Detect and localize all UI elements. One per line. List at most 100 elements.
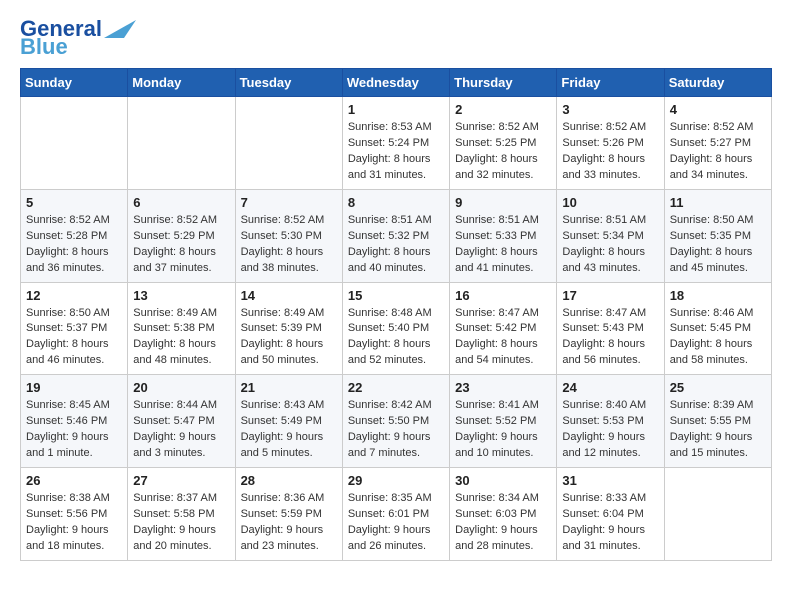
day-cell: 25 Sunrise: 8:39 AMSunset: 5:55 PMDayligh… (664, 375, 771, 468)
day-cell: 3Sunrise: 8:52 AMSunset: 5:26 PMDaylight… (557, 97, 664, 190)
day-number: 30 (455, 473, 551, 488)
week-row-4: 19 Sunrise: 8:45 AMSunset: 5:46 PMDayligh… (21, 375, 772, 468)
day-info: Sunrise: 8:46 AMSunset: 5:45 PMDaylight:… (670, 306, 766, 370)
day-number: 22 (348, 380, 444, 395)
day-cell: 26Sunrise: 8:38 AMSunset: 5:56 PMDayligh… (21, 468, 128, 561)
weekday-header-row: SundayMondayTuesdayWednesdayThursdayFrid… (21, 69, 772, 97)
day-info: Sunrise: 8:35 AMSunset: 6:01 PMDaylight:… (348, 491, 444, 555)
day-number: 1 (348, 102, 444, 117)
day-cell: 29Sunrise: 8:35 AMSunset: 6:01 PMDayligh… (342, 468, 449, 561)
day-cell: 24 Sunrise: 8:40 AMSunset: 5:53 PMDayligh… (557, 375, 664, 468)
day-info: Sunrise: 8:52 AMSunset: 5:27 PMDaylight:… (670, 120, 766, 184)
day-number: 24 (562, 380, 658, 395)
day-info: Sunrise: 8:45 AMSunset: 5:46 PMDaylight:… (26, 398, 122, 462)
day-cell: 22 Sunrise: 8:42 AMSunset: 5:50 PMDayligh… (342, 375, 449, 468)
calendar-table: SundayMondayTuesdayWednesdayThursdayFrid… (20, 68, 772, 561)
day-cell: 17Sunrise: 8:47 AMSunset: 5:43 PMDayligh… (557, 282, 664, 375)
week-row-3: 12 Sunrise: 8:50 AMSunset: 5:37 PMDayligh… (21, 282, 772, 375)
day-cell: 16 Sunrise: 8:47 AMSunset: 5:42 PMDayligh… (450, 282, 557, 375)
day-cell: 9Sunrise: 8:51 AMSunset: 5:33 PMDaylight… (450, 189, 557, 282)
weekday-label-tuesday: Tuesday (235, 69, 342, 97)
day-number: 6 (133, 195, 229, 210)
day-info: Sunrise: 8:37 AMSunset: 5:58 PMDaylight:… (133, 491, 229, 555)
day-number: 23 (455, 380, 551, 395)
day-info: Sunrise: 8:41 AMSunset: 5:52 PMDaylight:… (455, 398, 551, 462)
day-cell: 7 Sunrise: 8:52 AMSunset: 5:30 PMDaylight… (235, 189, 342, 282)
weekday-label-wednesday: Wednesday (342, 69, 449, 97)
day-info: Sunrise: 8:39 AMSunset: 5:55 PMDaylight:… (670, 398, 766, 462)
day-cell: 10Sunrise: 8:51 AMSunset: 5:34 PMDayligh… (557, 189, 664, 282)
day-cell: 5 Sunrise: 8:52 AMSunset: 5:28 PMDaylight… (21, 189, 128, 282)
day-cell: 19 Sunrise: 8:45 AMSunset: 5:46 PMDayligh… (21, 375, 128, 468)
day-info: Sunrise: 8:50 AMSunset: 5:35 PMDaylight:… (670, 213, 766, 277)
week-row-2: 5 Sunrise: 8:52 AMSunset: 5:28 PMDaylight… (21, 189, 772, 282)
day-cell: 1Sunrise: 8:53 AMSunset: 5:24 PMDaylight… (342, 97, 449, 190)
day-info: Sunrise: 8:52 AMSunset: 5:26 PMDaylight:… (562, 120, 658, 184)
day-number: 13 (133, 288, 229, 303)
day-cell: 21 Sunrise: 8:43 AMSunset: 5:49 PMDayligh… (235, 375, 342, 468)
day-info: Sunrise: 8:36 AMSunset: 5:59 PMDaylight:… (241, 491, 337, 555)
day-info: Sunrise: 8:49 AMSunset: 5:39 PMDaylight:… (241, 306, 337, 370)
day-info: Sunrise: 8:40 AMSunset: 5:53 PMDaylight:… (562, 398, 658, 462)
day-info: Sunrise: 8:42 AMSunset: 5:50 PMDaylight:… (348, 398, 444, 462)
logo-icon (104, 18, 136, 40)
day-info: Sunrise: 8:52 AMSunset: 5:29 PMDaylight:… (133, 213, 229, 277)
logo-blue: Blue (20, 36, 68, 58)
day-cell: 28 Sunrise: 8:36 AMSunset: 5:59 PMDayligh… (235, 468, 342, 561)
day-number: 5 (26, 195, 122, 210)
logo: General Blue (20, 18, 136, 58)
weekday-label-thursday: Thursday (450, 69, 557, 97)
day-number: 2 (455, 102, 551, 117)
day-info: Sunrise: 8:52 AMSunset: 5:28 PMDaylight:… (26, 213, 122, 277)
header: General Blue (20, 18, 772, 58)
day-number: 11 (670, 195, 766, 210)
day-info: Sunrise: 8:44 AMSunset: 5:47 PMDaylight:… (133, 398, 229, 462)
day-cell: 23 Sunrise: 8:41 AMSunset: 5:52 PMDayligh… (450, 375, 557, 468)
weekday-label-monday: Monday (128, 69, 235, 97)
day-cell: 18Sunrise: 8:46 AMSunset: 5:45 PMDayligh… (664, 282, 771, 375)
day-cell: 2 Sunrise: 8:52 AMSunset: 5:25 PMDaylight… (450, 97, 557, 190)
day-cell (128, 97, 235, 190)
day-cell: 4 Sunrise: 8:52 AMSunset: 5:27 PMDaylight… (664, 97, 771, 190)
day-info: Sunrise: 8:34 AMSunset: 6:03 PMDaylight:… (455, 491, 551, 555)
day-number: 25 (670, 380, 766, 395)
day-cell: 12 Sunrise: 8:50 AMSunset: 5:37 PMDayligh… (21, 282, 128, 375)
day-cell: 11 Sunrise: 8:50 AMSunset: 5:35 PMDayligh… (664, 189, 771, 282)
day-info: Sunrise: 8:49 AMSunset: 5:38 PMDaylight:… (133, 306, 229, 370)
day-info: Sunrise: 8:51 AMSunset: 5:32 PMDaylight:… (348, 213, 444, 277)
day-info: Sunrise: 8:51 AMSunset: 5:33 PMDaylight:… (455, 213, 551, 277)
day-info: Sunrise: 8:52 AMSunset: 5:25 PMDaylight:… (455, 120, 551, 184)
day-number: 4 (670, 102, 766, 117)
day-info: Sunrise: 8:47 AMSunset: 5:43 PMDaylight:… (562, 306, 658, 370)
weekday-label-friday: Friday (557, 69, 664, 97)
day-number: 16 (455, 288, 551, 303)
day-number: 28 (241, 473, 337, 488)
day-number: 31 (562, 473, 658, 488)
day-cell: 15Sunrise: 8:48 AMSunset: 5:40 PMDayligh… (342, 282, 449, 375)
day-cell: 8 Sunrise: 8:51 AMSunset: 5:32 PMDaylight… (342, 189, 449, 282)
weekday-label-sunday: Sunday (21, 69, 128, 97)
day-number: 20 (133, 380, 229, 395)
week-row-1: 1Sunrise: 8:53 AMSunset: 5:24 PMDaylight… (21, 97, 772, 190)
day-info: Sunrise: 8:51 AMSunset: 5:34 PMDaylight:… (562, 213, 658, 277)
day-info: Sunrise: 8:50 AMSunset: 5:37 PMDaylight:… (26, 306, 122, 370)
day-number: 8 (348, 195, 444, 210)
day-info: Sunrise: 8:43 AMSunset: 5:49 PMDaylight:… (241, 398, 337, 462)
day-cell: 31Sunrise: 8:33 AMSunset: 6:04 PMDayligh… (557, 468, 664, 561)
day-cell: 14 Sunrise: 8:49 AMSunset: 5:39 PMDayligh… (235, 282, 342, 375)
day-number: 19 (26, 380, 122, 395)
day-info: Sunrise: 8:47 AMSunset: 5:42 PMDaylight:… (455, 306, 551, 370)
day-number: 7 (241, 195, 337, 210)
day-number: 26 (26, 473, 122, 488)
day-number: 12 (26, 288, 122, 303)
day-cell (664, 468, 771, 561)
day-number: 27 (133, 473, 229, 488)
calendar-body: 1Sunrise: 8:53 AMSunset: 5:24 PMDaylight… (21, 97, 772, 561)
page: General Blue SundayMondayTuesdayWednesda… (0, 0, 792, 579)
day-cell: 27 Sunrise: 8:37 AMSunset: 5:58 PMDayligh… (128, 468, 235, 561)
day-number: 21 (241, 380, 337, 395)
day-cell: 20 Sunrise: 8:44 AMSunset: 5:47 PMDayligh… (128, 375, 235, 468)
day-cell (235, 97, 342, 190)
day-info: Sunrise: 8:52 AMSunset: 5:30 PMDaylight:… (241, 213, 337, 277)
day-number: 14 (241, 288, 337, 303)
